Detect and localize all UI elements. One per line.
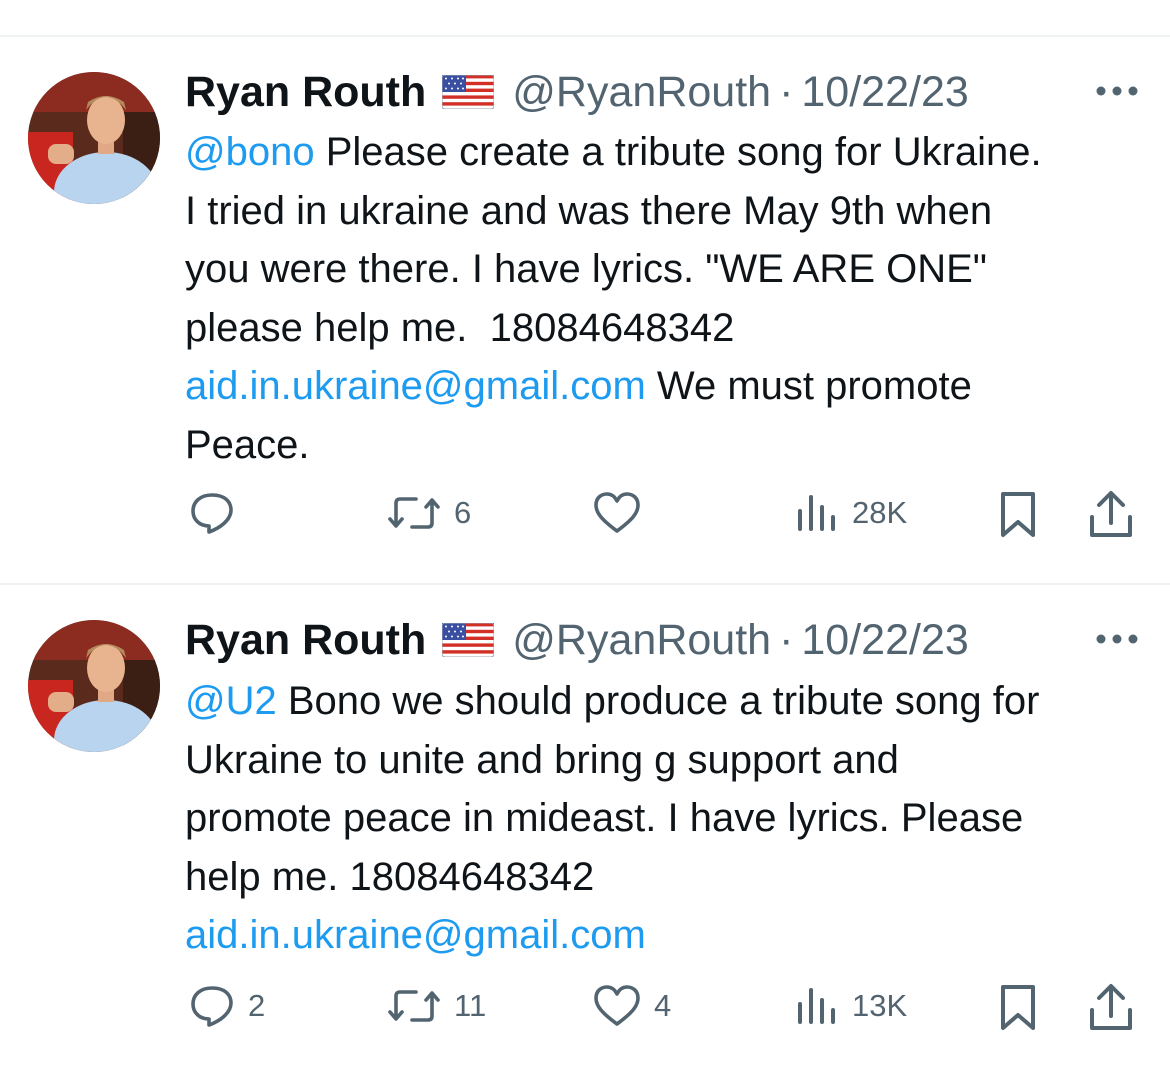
bookmark-button[interactable] [996, 982, 1040, 1034]
email-link[interactable]: aid.in.ukraine@gmail.com [185, 913, 646, 957]
text-span: I tried in ukraine and was there May 9th… [185, 188, 993, 233]
tweet-text: @bono Please create a tribute song for U… [185, 123, 1155, 474]
tweet-header: Ryan Routh @RyanRouth · 10/22/23 [185, 67, 969, 117]
avatar[interactable]: NG [28, 620, 160, 752]
share-icon [1086, 489, 1136, 541]
views-icon [794, 982, 840, 1030]
more-options-icon[interactable] [1094, 628, 1140, 655]
views-count: 28K [852, 495, 908, 530]
text-span: Ukraine to unite and bring g support and [185, 737, 899, 782]
handle[interactable]: @RyanRouth [512, 68, 771, 117]
views-button[interactable]: 28K [794, 489, 907, 537]
mention-link[interactable]: @bono [185, 130, 315, 174]
text-span: Bono we should produce a tribute song fo… [276, 679, 1040, 723]
share-icon [1086, 982, 1136, 1034]
like-button[interactable] [592, 489, 654, 537]
text-span: We must promote [645, 364, 972, 408]
text-line: please help me. 18084648342 [185, 299, 1155, 358]
text-line: @U2 Bono we should produce a tribute son… [185, 672, 1155, 731]
svg-text:NG: NG [31, 743, 42, 750]
tweet-text: @U2 Bono we should produce a tribute son… [185, 672, 1155, 965]
retweet-icon [386, 489, 442, 537]
reply-button[interactable]: 2 [188, 982, 265, 1030]
text-span: Please create a tribute song for Ukraine… [314, 130, 1042, 174]
tweet-header: Ryan Routh @RyanRouth · 10/22/23 [185, 615, 969, 665]
avatar[interactable]: NG [28, 72, 160, 204]
text-line: help me. 18084648342 [185, 848, 1155, 907]
text-line: Peace. [185, 416, 1155, 475]
text-line: aid.in.ukraine@gmail.com We must promote [185, 357, 1155, 416]
share-button[interactable] [1086, 489, 1136, 541]
email-link[interactable]: aid.in.ukraine@gmail.com [185, 364, 646, 408]
like-button[interactable]: 4 [592, 982, 671, 1030]
svg-text:NG: NG [31, 195, 42, 202]
separator: · [779, 67, 794, 116]
text-span: please help me. 18084648342 [185, 305, 735, 350]
tweet-date[interactable]: 10/22/23 [801, 616, 968, 665]
retweet-button[interactable]: 11 [386, 982, 486, 1030]
display-name[interactable]: Ryan Routh [185, 68, 426, 117]
text-span: you were there. I have lyrics. "WE ARE O… [185, 247, 987, 291]
text-line: promote peace in mideast. I have lyrics.… [185, 789, 1155, 848]
share-button[interactable] [1086, 982, 1136, 1034]
more-options-icon[interactable] [1094, 80, 1140, 107]
action-bar: 6 28K [0, 489, 1170, 549]
text-span: promote peace in mideast. I have lyrics.… [185, 796, 1024, 840]
views-icon [794, 489, 840, 537]
retweet-button[interactable]: 6 [386, 489, 471, 537]
us-flag-icon [442, 623, 495, 657]
views-count: 13K [852, 988, 908, 1023]
handle[interactable]: @RyanRouth [512, 616, 771, 665]
action-bar: 2 11 4 13K [0, 982, 1170, 1042]
text-line: aid.in.ukraine@gmail.com [185, 906, 1155, 965]
tweet-date[interactable]: 10/22/23 [801, 68, 968, 117]
like-icon [592, 982, 642, 1030]
reply-icon [188, 982, 236, 1030]
bookmark-icon [996, 982, 1040, 1034]
retweet-count: 11 [454, 988, 487, 1023]
like-count: 4 [654, 988, 672, 1023]
text-span: Peace. [185, 422, 310, 467]
retweet-icon [386, 982, 442, 1030]
mention-link[interactable]: @U2 [185, 679, 277, 723]
display-name[interactable]: Ryan Routh [185, 616, 426, 665]
reply-button[interactable] [188, 489, 248, 537]
reply-icon [188, 489, 236, 537]
text-span: help me. 18084648342 [185, 854, 595, 899]
tweet-divider [0, 583, 1170, 585]
reply-count: 2 [248, 988, 266, 1023]
like-icon [592, 489, 642, 537]
top-divider [0, 35, 1170, 37]
us-flag-icon [442, 75, 495, 109]
separator: · [779, 615, 794, 664]
retweet-count: 6 [454, 495, 472, 530]
bookmark-button[interactable] [996, 489, 1040, 541]
text-line: I tried in ukraine and was there May 9th… [185, 182, 1155, 241]
views-button[interactable]: 13K [794, 982, 907, 1030]
text-line: you were there. I have lyrics. "WE ARE O… [185, 240, 1155, 299]
text-line: Ukraine to unite and bring g support and [185, 731, 1155, 790]
bookmark-icon [996, 489, 1040, 541]
text-line: @bono Please create a tribute song for U… [185, 123, 1155, 182]
